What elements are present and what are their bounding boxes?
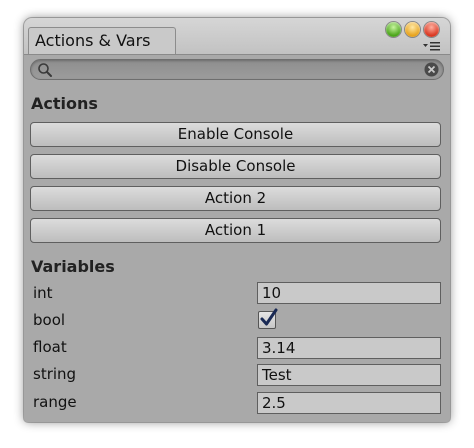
string-field[interactable]: Test xyxy=(257,364,441,386)
enable-console-button[interactable]: Enable Console xyxy=(30,122,441,147)
int-field[interactable]: 10 xyxy=(257,282,441,304)
action-1-button[interactable]: Action 1 xyxy=(30,218,441,243)
float-field[interactable]: 3.14 xyxy=(257,337,441,359)
search-field[interactable] xyxy=(30,59,444,80)
range-field[interactable]: 2.5 xyxy=(257,392,441,414)
var-label-range: range xyxy=(33,393,77,411)
tab-label: Actions & Vars xyxy=(35,31,151,50)
bool-checkbox[interactable] xyxy=(258,308,278,329)
disable-console-button[interactable]: Disable Console xyxy=(30,154,441,179)
dropdown-menu-icon[interactable] xyxy=(422,40,442,52)
var-label-bool: bool xyxy=(33,311,66,329)
var-label-float: float xyxy=(33,338,67,356)
action-2-button[interactable]: Action 2 xyxy=(30,186,441,211)
menu-glyph-icon xyxy=(423,42,440,51)
search-input[interactable] xyxy=(55,61,415,78)
checkmark-icon xyxy=(260,308,278,326)
variables-heading: Variables xyxy=(31,257,115,276)
tab-actions-vars[interactable]: Actions & Vars xyxy=(28,27,176,54)
editor-window: Actions & Vars Actions Enable Console Di… xyxy=(24,18,450,422)
actions-heading: Actions xyxy=(31,94,98,113)
title-bar: Actions & Vars xyxy=(24,18,450,55)
zoom-icon[interactable] xyxy=(386,22,401,37)
var-label-string: string xyxy=(33,365,77,383)
clear-search-icon[interactable] xyxy=(424,62,439,77)
minimize-icon[interactable] xyxy=(405,22,420,37)
search-icon xyxy=(38,63,52,77)
close-icon[interactable] xyxy=(424,22,439,37)
var-label-int: int xyxy=(33,284,53,302)
